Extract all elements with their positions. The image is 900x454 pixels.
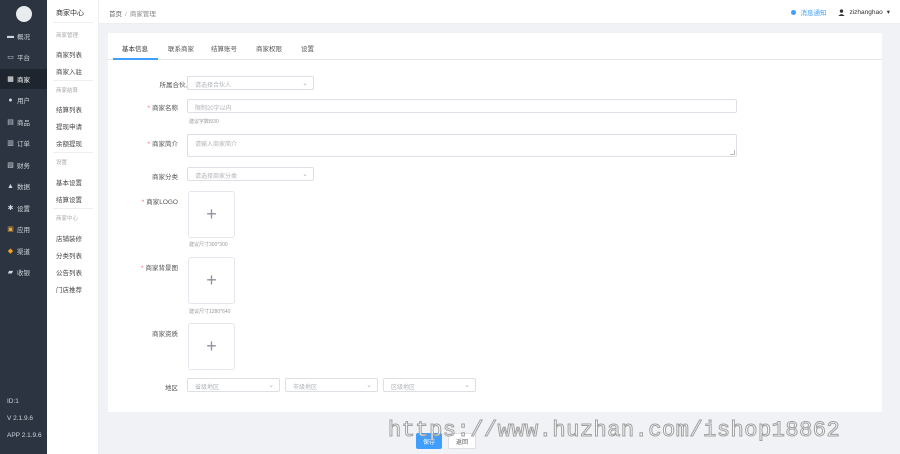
qualification-upload[interactable]: + — [188, 323, 235, 370]
chevron-down-icon: ⌄ — [464, 382, 470, 389]
city-select[interactable]: 市级地区 ⌄ — [285, 378, 378, 392]
chart-icon: ▲ — [7, 182, 14, 190]
category-label: 商家分类 — [152, 174, 178, 181]
sub-link-merchant-join[interactable]: 商家入驻 — [56, 66, 82, 76]
name-input[interactable]: 限制20字以内 — [187, 99, 737, 113]
resize-handle-icon[interactable] — [730, 150, 735, 155]
bg-hint: 建议尺寸1280*640 — [189, 309, 231, 315]
logo-upload[interactable]: + — [188, 191, 235, 238]
qualification-label: 商家资质 — [152, 331, 178, 338]
tab-contact[interactable]: 联系商家 — [168, 43, 194, 53]
chevron-down-icon: ⌄ — [302, 80, 308, 87]
logo-hint: 建议尺寸300*300 — [189, 242, 228, 248]
cashier-icon: ▰ — [7, 268, 14, 276]
divider — [53, 22, 93, 23]
order-icon: ▥ — [7, 139, 14, 147]
sub-link-basic-settings[interactable]: 基本设置 — [56, 177, 82, 187]
sub-group-heading: 商家中心 — [56, 216, 79, 222]
name-label: * 商家名称 — [147, 105, 178, 112]
divider — [53, 152, 93, 153]
plus-icon: + — [206, 270, 217, 290]
sub-link-store-recommend[interactable]: 门店推荐 — [56, 284, 82, 294]
divider — [53, 80, 93, 81]
chevron-down-icon: ⌄ — [366, 382, 372, 389]
tab-settlement-account[interactable]: 结算账号 — [211, 43, 237, 53]
account-id: ID:1 — [7, 398, 19, 405]
username[interactable]: zizhanghao — [849, 9, 882, 16]
name-hint: 建议字数8/30 — [189, 119, 219, 125]
notice-link[interactable]: 消息通知 — [800, 7, 826, 17]
nav-item-channel[interactable]: ◆ 渠道 — [0, 241, 47, 261]
sub-menu: 商家中心 商家管理 商家列表 商家入驻 商家结算 结算列表 提现申请 余额提现 … — [47, 0, 99, 454]
nav-item-merchant[interactable]: ▦ 商家 — [0, 69, 47, 89]
sub-group-heading: 商家管理 — [56, 33, 79, 39]
nav-item-overview[interactable]: ▬ 概况 — [0, 26, 47, 46]
nav-item-cashier[interactable]: ▰ 收银 — [0, 262, 47, 282]
watermark: https://www.huzhan.com/ishop18862 — [387, 418, 841, 444]
chevron-down-icon: ⌄ — [302, 171, 308, 178]
intro-label: * 商家简介 — [147, 141, 178, 148]
sub-link-category-list[interactable]: 分类列表 — [56, 250, 82, 260]
sub-group-heading: 商家结算 — [56, 88, 79, 94]
partner-label: 所属合伙人 — [159, 82, 193, 89]
tab-bar: 基本信息 联系商家 结算账号 商家权限 设置 — [108, 33, 882, 60]
chevron-down-icon: ⌄ — [268, 382, 274, 389]
notice-dot-icon — [791, 9, 797, 15]
computer-icon: ▭ — [7, 53, 14, 61]
province-select[interactable]: 省级地区 ⌄ — [187, 378, 280, 392]
store-icon: ▦ — [7, 75, 14, 83]
nav-item-finance[interactable]: ▧ 财务 — [0, 155, 47, 175]
region-label: 地区 — [165, 385, 178, 392]
top-header: 首页 / 商家管理 消息通知 zizhanghao ▾ — [99, 0, 900, 24]
nav-item-user[interactable]: ● 用户 — [0, 90, 47, 110]
intro-textarea[interactable]: 请输入商家简介 — [187, 134, 737, 157]
logo[interactable] — [16, 6, 32, 22]
breadcrumb-current: 商家管理 — [129, 11, 156, 18]
sub-link-merchant-list[interactable]: 商家列表 — [56, 49, 82, 59]
plus-icon: + — [206, 204, 217, 224]
form-card: 基本信息 联系商家 结算账号 商家权限 设置 所属合伙人 请选择合伙人 ⌄ * 商… — [108, 33, 882, 412]
sub-link-withdraw-apply[interactable]: 提现申请 — [56, 121, 82, 131]
sub-link-balance-withdraw[interactable]: 余额提现 — [56, 138, 82, 148]
tab-permissions[interactable]: 商家权限 — [256, 43, 282, 53]
tab-basic-info[interactable]: 基本信息 — [122, 43, 148, 53]
background-upload[interactable]: + — [188, 257, 235, 304]
category-select[interactable]: 请选择商家分类 ⌄ — [187, 167, 314, 181]
user-icon — [838, 8, 846, 16]
main-nav: ▬ 概况 ▭ 平台 ▦ 商家 ● 用户 ▤ 商品 ▥ 订单 ▧ 财务 ▲ 数据 ✱ 设置 ▣ 应用 … — [0, 0, 47, 454]
app-version-label: APP 2.1.9.6 — [7, 432, 42, 439]
nav-item-data[interactable]: ▲ 数据 — [0, 176, 47, 196]
district-select[interactable]: 区级地区 ⌄ — [383, 378, 476, 392]
sub-group-heading: 设置 — [56, 160, 68, 166]
user-icon: ● — [8, 96, 13, 104]
sub-link-notice-list[interactable]: 公告列表 — [56, 267, 82, 277]
partner-select[interactable]: 请选择合伙人 ⌄ — [187, 76, 314, 90]
version-label: V 2.1.9.6 — [7, 415, 34, 422]
apps-icon: ▣ — [7, 225, 14, 233]
bg-label: * 商家背景图 — [140, 265, 178, 272]
sub-link-shop-decoration[interactable]: 店铺装修 — [56, 233, 82, 243]
tab-settings[interactable]: 设置 — [301, 43, 314, 53]
sub-link-settlement-settings[interactable]: 结算设置 — [56, 194, 82, 204]
divider — [53, 208, 93, 209]
header-actions: 消息通知 zizhanghao ▾ — [791, 7, 890, 17]
breadcrumb: 首页 / 商家管理 — [109, 11, 156, 18]
sub-menu-title: 商家中心 — [56, 10, 84, 17]
nav-item-goods[interactable]: ▤ 商品 — [0, 112, 47, 132]
plus-icon: + — [206, 336, 217, 356]
finance-icon: ▧ — [7, 161, 14, 169]
breadcrumb-home[interactable]: 首页 — [109, 11, 122, 18]
nav-item-order[interactable]: ▥ 订单 — [0, 133, 47, 153]
nav-item-apps[interactable]: ▣ 应用 — [0, 219, 47, 239]
sub-link-settlement-list[interactable]: 结算列表 — [56, 104, 82, 114]
tab-active-indicator — [113, 58, 158, 60]
gear-icon: ✱ — [7, 204, 14, 212]
home-icon: ▬ — [7, 32, 14, 40]
logo-label: * 商家LOGO — [141, 199, 178, 206]
nav-item-settings[interactable]: ✱ 设置 — [0, 198, 47, 218]
nav-item-platform[interactable]: ▭ 平台 — [0, 47, 47, 67]
goods-icon: ▤ — [7, 118, 14, 126]
channel-icon: ◆ — [7, 247, 14, 255]
chevron-down-icon[interactable]: ▾ — [887, 8, 890, 16]
